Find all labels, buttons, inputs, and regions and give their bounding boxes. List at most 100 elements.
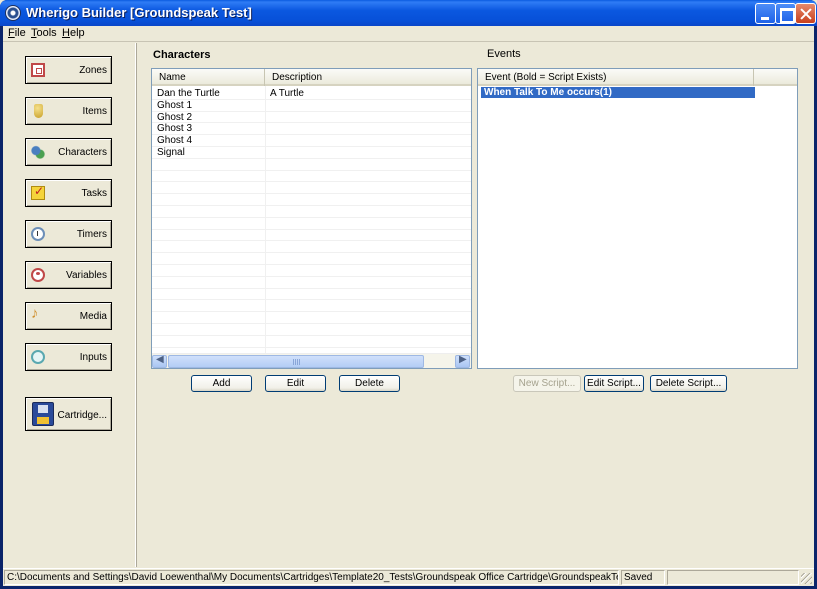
table-row[interactable]: Ghost 1 [152,100,471,112]
scroll-right-button[interactable]: ▶ [455,354,470,368]
sidebar: Zones Items Characters Tasks Timers Vari… [3,43,136,567]
empty-row [152,324,471,336]
sidebar-item-label: Items [82,106,107,117]
empty-row [152,277,471,289]
sidebar-item-label: Characters [58,147,107,158]
table-row[interactable]: Signal [152,147,471,159]
sidebar-item-label: Timers [76,229,107,240]
cartridge-label: Cartridge... [57,410,107,421]
title-bar[interactable]: Wherigo Builder [Groundspeak Test] [0,0,817,26]
timer-icon [31,227,45,241]
scroll-left-icon: ◀ [156,354,164,365]
empty-row [152,194,471,206]
row-name: Ghost 1 [157,99,193,111]
sidebar-item-characters[interactable]: Characters [25,138,112,166]
empty-row [152,241,471,254]
sidebar-item-variables[interactable]: Variables [25,261,112,289]
menu-tools[interactable]: Tools [31,27,57,39]
window-title: Wherigo Builder [Groundspeak Test] [26,5,252,20]
app-window: Wherigo Builder [Groundspeak Test] File … [0,0,817,589]
menu-help-label: elp [69,27,85,39]
row-name: Ghost 2 [157,111,193,123]
table-row[interactable]: Dan the Turtle A Turtle [152,88,471,100]
status-path: C:\Documents and Settings\David Loewenth… [4,570,619,585]
sidebar-item-label: Inputs [79,352,107,363]
sidebar-item-label: Tasks [81,188,107,199]
edit-button[interactable]: Edit [265,375,326,392]
zone-icon [31,63,45,77]
empty-row [152,159,471,171]
media-icon [31,305,45,323]
empty-row [152,265,471,277]
characters-hscrollbar[interactable]: ◀ ▶ [152,353,471,368]
row-name: Signal [157,147,185,158]
sidebar-item-items[interactable]: Items [25,97,112,125]
sidebar-item-media[interactable]: Media [25,302,112,330]
menu-help-accel: H [62,27,70,39]
delete-script-button[interactable]: Delete Script... [650,375,727,392]
menu-file-label: ile [14,27,26,39]
event-row-selected[interactable]: When Talk To Me occurs(1) [481,87,755,98]
events-list[interactable]: Event (Bold = Script Exists) When Talk T… [477,68,798,369]
column-header-event[interactable]: Event (Bold = Script Exists) [478,69,754,86]
empty-row [152,218,471,230]
client-area: File Tools Help Zones Items Characters T… [3,26,814,586]
table-row[interactable]: Ghost 2 [152,112,471,124]
variable-icon [31,268,45,282]
minimize-button[interactable] [755,3,776,24]
new-script-button[interactable]: New Script... [513,375,581,392]
row-name: Ghost 4 [157,135,193,147]
empty-row [152,171,471,183]
menu-help[interactable]: Help [62,27,85,39]
characters-title: Characters [153,49,211,61]
empty-row [152,336,471,348]
scroll-right-icon: ▶ [459,354,467,365]
menu-file[interactable]: File [8,27,26,39]
input-icon [31,350,45,364]
empty-row [152,206,471,218]
delete-button[interactable]: Delete [339,375,400,392]
table-row[interactable]: Ghost 3 [152,123,471,136]
edit-script-button[interactable]: Edit Script... [584,375,644,392]
characters-list-header: Name Description [152,69,471,86]
sidebar-item-label: Variables [66,270,107,281]
menu-tools-label: ools [36,27,57,39]
item-icon [34,104,43,118]
row-name: Ghost 3 [157,123,193,135]
character-icon [31,145,45,159]
characters-list[interactable]: Name Description Dan the Turtle A Turtle… [151,68,472,369]
empty-row [152,182,471,195]
cartridge-icon [32,402,54,426]
menu-file-accel: F [8,27,15,39]
sidebar-item-zones[interactable]: Zones [25,56,112,84]
sidebar-item-timers[interactable]: Timers [25,220,112,248]
empty-row [152,289,471,301]
events-title: Events [487,48,521,60]
scroll-thumb[interactable] [168,355,424,368]
empty-row [152,230,471,242]
row-name: Dan the Turtle [157,88,220,99]
empty-row [152,312,471,324]
column-header-name[interactable]: Name [152,69,265,86]
sidebar-item-inputs[interactable]: Inputs [25,343,112,371]
close-button[interactable] [795,3,816,24]
empty-row [152,300,471,313]
maximize-button[interactable] [775,3,796,24]
status-panel-empty [667,570,799,585]
resize-grip[interactable] [801,573,812,584]
status-bar: C:\Documents and Settings\David Loewenth… [3,568,814,586]
sidebar-item-label: Media [79,311,107,322]
menu-bar: File Tools Help [3,26,814,42]
row-description: A Turtle [270,88,304,99]
column-header-description[interactable]: Description [265,69,471,86]
table-row[interactable]: Ghost 4 [152,135,471,147]
scroll-left-button[interactable]: ◀ [152,354,167,368]
sidebar-item-label: Zones [79,65,107,76]
status-state: Saved [621,570,665,585]
cartridge-button[interactable]: Cartridge... [25,397,112,431]
add-button[interactable]: Add [191,375,252,392]
task-icon [31,184,45,200]
app-icon[interactable] [5,5,21,21]
sidebar-item-tasks[interactable]: Tasks [25,179,112,207]
events-list-header: Event (Bold = Script Exists) [478,69,797,86]
